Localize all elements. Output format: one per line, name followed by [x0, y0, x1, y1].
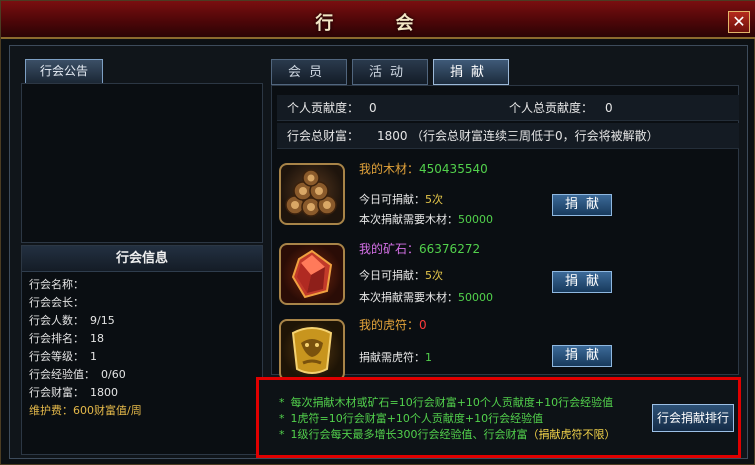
cost-label: 本次捐献需要木材： [359, 213, 458, 226]
personal-contrib-value: 0 [369, 101, 377, 115]
resource-row-wood: 我的木材：450435540 今日可捐献：5次 本次捐献需要木材：50000 捐… [271, 157, 739, 233]
tab-members[interactable]: 会员 [271, 59, 347, 85]
info-row-rank: 行会排名： 18 [29, 330, 262, 348]
tab-guild-notice[interactable]: 行会公告 [25, 59, 103, 83]
wood-cost-line: 本次捐献需要木材：50000 [359, 211, 493, 227]
window-title: 行 会 [315, 13, 442, 34]
cost-value: 50000 [458, 213, 493, 226]
tip-text: 每次捐献木材或矿石=10行会财富+10个人贡献度+10行会经验值 [290, 396, 614, 409]
guild-notice-panel [21, 83, 263, 243]
info-label: 行会财富： [29, 386, 84, 399]
tip-highlight: （捐献虎符不限） [527, 428, 616, 441]
tip-text: 1级行会每天最多增长300行会经验值、行会财富 [290, 428, 528, 441]
tip-text: 1虎符=10行会财富+10个人贡献度+10行会经验值 [290, 412, 544, 425]
info-label: 行会人数： [29, 314, 84, 327]
info-label: 行会排名： [29, 332, 84, 345]
donate-ore-button[interactable]: 捐献 [552, 271, 612, 293]
tiger-amount-line: 我的虎符：0 [359, 316, 427, 333]
personal-total-value: 0 [605, 101, 613, 115]
personal-contrib-label: 个人贡献度： [287, 101, 360, 115]
ore-crystal-icon [279, 243, 345, 305]
bullet-star-icon: * [279, 396, 285, 409]
tip-line-2: * 1虎符=10行会财富+10个人贡献度+10行会经验值 [279, 410, 543, 426]
daily-label: 今日可捐献： [359, 193, 425, 206]
personal-total-label: 个人总贡献度： [509, 101, 594, 115]
info-row-name: 行会名称： [29, 276, 262, 294]
info-label: 行会名称： [29, 278, 84, 291]
donate-wood-button[interactable]: 捐献 [552, 194, 612, 216]
tab-donate[interactable]: 捐献 [433, 59, 509, 85]
wood-daily-line: 今日可捐献：5次 [359, 191, 443, 207]
tip-line-3: * 1级行会每天最多增长300行会经验值、行会财富（捐献虎符不限） [279, 426, 616, 442]
ore-amount: 66376272 [419, 242, 481, 256]
guild-info-panel: 行会信息 行会名称： 行会会长： 行会人数： 9/15 行会排名： 18 行会等级：… [21, 245, 263, 455]
info-value: 9/15 [90, 314, 115, 327]
ore-daily-line: 今日可捐献：5次 [359, 267, 443, 283]
info-value: 18 [90, 332, 104, 345]
cost-label: 本次捐献需要木材： [359, 291, 458, 304]
donate-tiger-button[interactable]: 捐献 [552, 345, 612, 367]
donate-tips-box: * 每次捐献木材或矿石=10行会财富+10个人贡献度+10行会经验值 * 1虎符=1… [256, 377, 741, 458]
cost-value: 1 [425, 351, 432, 364]
resource-row-ore: 我的矿石：66376272 今日可捐献：5次 本次捐献需要木材：50000 捐献 [271, 237, 739, 313]
info-value: 1 [90, 350, 97, 363]
wood-label: 我的木材： [359, 162, 420, 176]
info-row-exp: 行会经验值： 0/60 [29, 366, 262, 384]
guild-info-title: 行会信息 [22, 246, 262, 272]
tab-activities[interactable]: 活动 [352, 59, 428, 85]
guild-info-list: 行会名称： 行会会长： 行会人数： 9/15 行会排名： 18 行会等级： 1 行会经… [22, 272, 262, 420]
tiger-tally-icon [279, 319, 345, 381]
tiger-amount: 0 [419, 318, 427, 332]
wood-amount: 450435540 [419, 162, 488, 176]
daily-value: 5次 [425, 269, 443, 282]
guild-wealth-bar: 行会总财富： 1800 （行会总财富连续三周低于0，行会将被解散） [277, 123, 739, 149]
wood-amount-line: 我的木材：450435540 [359, 160, 488, 177]
ore-label: 我的矿石： [359, 242, 420, 256]
info-label: 行会经验值： [29, 368, 95, 381]
title-bar: 行 会 ✕ [1, 1, 755, 39]
daily-label: 今日可捐献： [359, 269, 425, 282]
guild-wealth-label: 行会总财富： [287, 129, 360, 143]
cost-value: 50000 [458, 291, 493, 304]
guild-window: 行 会 ✕ 行会公告 行会信息 行会名称： 行会会长： 行会人数： 9/15 行会… [0, 0, 755, 465]
info-label: 行会会长： [29, 296, 84, 309]
info-value: 1800 [90, 386, 118, 399]
info-label: 行会等级： [29, 350, 84, 363]
tiger-cost-line: 捐献需虎符：1 [359, 349, 432, 365]
personal-contrib-bar: 个人贡献度： 0 个人总贡献度： 0 [277, 95, 739, 121]
close-button[interactable]: ✕ [728, 11, 750, 33]
ore-amount-line: 我的矿石：66376272 [359, 240, 480, 257]
guild-wealth-value: 1800 [377, 129, 408, 143]
bullet-star-icon: * [279, 428, 285, 441]
info-row-level: 行会等级： 1 [29, 348, 262, 366]
wood-logs-icon [279, 163, 345, 225]
daily-value: 5次 [425, 193, 443, 206]
cost-label: 捐献需虎符： [359, 351, 425, 364]
donate-ranking-button[interactable]: 行会捐献排行 [652, 404, 734, 432]
info-row-upkeep: 维护费：600财富值/周 [29, 404, 142, 417]
info-row-members: 行会人数： 9/15 [29, 312, 262, 330]
tiger-label: 我的虎符： [359, 318, 420, 332]
info-row-leader: 行会会长： [29, 294, 262, 312]
info-row-wealth: 行会财富： 1800 [29, 384, 262, 402]
info-value: 0/60 [101, 368, 126, 381]
guild-wealth-note: （行会总财富连续三周低于0，行会将被解散） [411, 129, 659, 143]
tip-line-1: * 每次捐献木材或矿石=10行会财富+10个人贡献度+10行会经验值 [279, 394, 613, 410]
bullet-star-icon: * [279, 412, 285, 425]
ore-cost-line: 本次捐献需要木材：50000 [359, 289, 493, 305]
